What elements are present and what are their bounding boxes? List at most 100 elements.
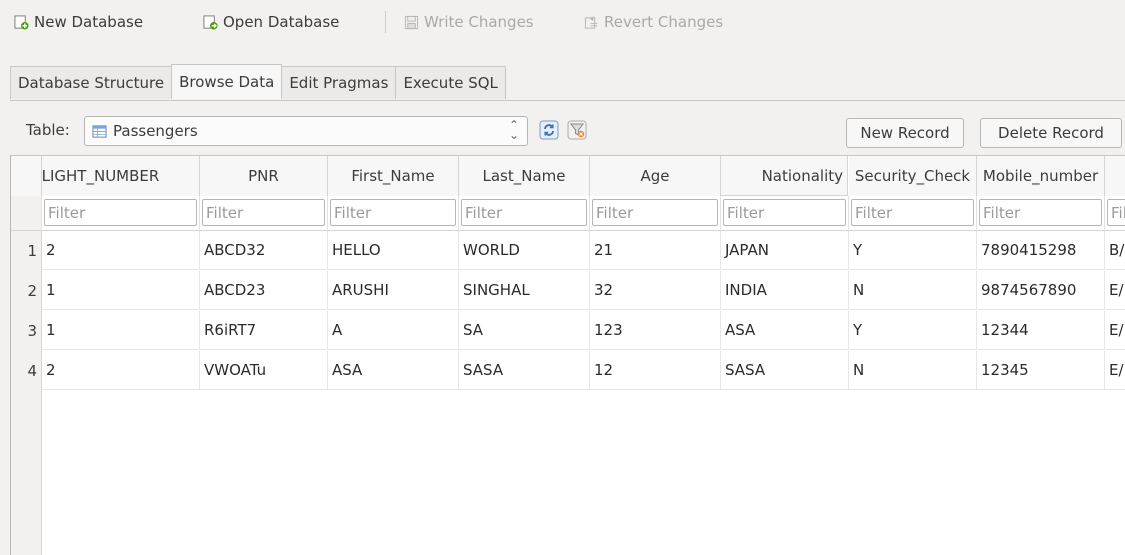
filter-cell: [849, 196, 977, 231]
table-cell[interactable]: 9874567890: [977, 271, 1105, 310]
table-cell[interactable]: 21: [590, 231, 721, 270]
new-database-icon: [14, 14, 29, 30]
table-select-value: Passengers: [113, 122, 198, 140]
table-cell[interactable]: 2: [42, 351, 200, 390]
table-cell[interactable]: R6iRT7: [200, 311, 328, 350]
filter-input-pnr[interactable]: [202, 199, 325, 226]
table-cell[interactable]: 12: [590, 351, 721, 390]
column-header-label: Age: [640, 167, 670, 185]
table-selector-bar: Table: Passengers ⌃ ⌄ New Record Delete R…: [26, 116, 1125, 148]
table-cell[interactable]: Y: [849, 311, 977, 350]
table-cell[interactable]: ARUSHI: [328, 271, 459, 310]
table-cell[interactable]: ABCD23: [200, 271, 328, 310]
table-cell[interactable]: 123: [590, 311, 721, 350]
table-cell[interactable]: E/: [1105, 351, 1125, 390]
refresh-button[interactable]: [535, 116, 563, 144]
column-header-label: Mobile_number: [982, 167, 1099, 185]
table-cell[interactable]: SASA: [721, 351, 849, 390]
table-cell[interactable]: SA: [459, 311, 590, 350]
table-cell[interactable]: WORLD: [459, 231, 590, 270]
filter-cell: [721, 196, 849, 231]
column-header-last-name[interactable]: Last_Name: [459, 156, 590, 197]
row-number[interactable]: 4: [11, 351, 41, 390]
table-cell[interactable]: E/: [1105, 271, 1125, 310]
table-cell[interactable]: SINGHAL: [459, 271, 590, 310]
column-header-partial[interactable]: [1105, 156, 1125, 197]
filter-cell: [1105, 196, 1125, 231]
column-header-first-name[interactable]: First_Name: [328, 156, 459, 197]
filter-input-nationality[interactable]: [723, 199, 846, 226]
column-header-security-check[interactable]: Security_Check: [849, 156, 977, 197]
revert-changes-button[interactable]: Revert Changes: [584, 10, 723, 34]
column-header-label: Nationality: [761, 166, 843, 185]
new-database-label: New Database: [34, 13, 144, 31]
table-cell[interactable]: 1: [42, 311, 200, 350]
filter-input-last-name[interactable]: [461, 199, 587, 226]
table-cell[interactable]: JAPAN: [721, 231, 849, 270]
column-header-nationality[interactable]: Nationality: [721, 156, 848, 196]
table-cell[interactable]: Y: [849, 231, 977, 270]
table-cell[interactable]: ABCD32: [200, 231, 328, 270]
corner-header[interactable]: [11, 156, 42, 197]
filter-input-age[interactable]: [592, 199, 718, 226]
table-cell[interactable]: ASA: [721, 311, 849, 350]
filter-input-security-check[interactable]: [851, 199, 974, 226]
filter-cell: [459, 196, 590, 231]
filter-cell: [200, 196, 328, 231]
table-cell[interactable]: N: [849, 351, 977, 390]
write-changes-button[interactable]: Write Changes: [404, 10, 534, 34]
table-cell[interactable]: N: [849, 271, 977, 310]
new-database-button[interactable]: New Database: [14, 10, 143, 34]
table-cell[interactable]: SASA: [459, 351, 590, 390]
filter-input-first-name[interactable]: [330, 199, 456, 226]
column-header-mobile-number[interactable]: Mobile_number: [977, 156, 1105, 197]
filter-input-partial[interactable]: [1107, 199, 1125, 226]
open-database-label: Open Database: [223, 13, 340, 31]
row-number[interactable]: 3: [11, 311, 41, 350]
table-cell[interactable]: 12344: [977, 311, 1105, 350]
tab-edit-pragmas[interactable]: Edit Pragmas: [281, 66, 397, 99]
table-cell[interactable]: HELLO: [328, 231, 459, 270]
tab-database-structure[interactable]: Database Structure: [10, 66, 173, 99]
table-cell[interactable]: VWOATu: [200, 351, 328, 390]
clear-filters-button[interactable]: [563, 116, 591, 144]
row-number[interactable]: 1: [11, 231, 41, 270]
column-header-label: FLIGHT_NUMBER: [42, 167, 160, 185]
filter-cell: [590, 196, 721, 231]
column-header-age[interactable]: Age: [590, 156, 721, 197]
delete-record-button[interactable]: Delete Record: [980, 118, 1122, 148]
table-cell[interactable]: 2: [42, 231, 200, 270]
tab-browse-data[interactable]: Browse Data: [171, 64, 283, 99]
refresh-icon: [539, 120, 559, 140]
table-label: Table:: [26, 121, 70, 139]
column-header-pnr[interactable]: PNR: [200, 156, 328, 197]
combo-arrows-icon: ⌃ ⌄: [508, 118, 519, 142]
open-database-icon: [203, 14, 218, 30]
table-cell[interactable]: ASA: [328, 351, 459, 390]
tab-execute-sql[interactable]: Execute SQL: [395, 66, 506, 99]
table-cell[interactable]: 7890415298: [977, 231, 1105, 270]
column-header-flight-number[interactable]: FLIGHT_NUMBER: [42, 156, 200, 197]
column-header-label: Last_Name: [482, 167, 566, 185]
clear-filters-icon: [567, 120, 587, 140]
table-cell[interactable]: 32: [590, 271, 721, 310]
filter-cell: [42, 196, 200, 231]
table-cell[interactable]: 12345: [977, 351, 1105, 390]
table-cell[interactable]: B/: [1105, 231, 1125, 270]
table-cell[interactable]: E/: [1105, 311, 1125, 350]
table-select[interactable]: Passengers ⌃ ⌄: [84, 116, 528, 146]
table-cell[interactable]: 1: [42, 271, 200, 310]
filter-input-mobile-number[interactable]: [979, 199, 1102, 226]
filter-cell: [977, 196, 1105, 231]
new-record-button[interactable]: New Record: [846, 118, 964, 148]
write-changes-icon: [404, 15, 419, 29]
tab-underline: [10, 100, 1125, 101]
row-number[interactable]: 2: [11, 271, 41, 310]
main-toolbar: New Database Open Database Write Changes…: [0, 0, 1125, 46]
table-cell[interactable]: INDIA: [721, 271, 849, 310]
open-database-button[interactable]: Open Database: [203, 10, 339, 34]
filter-input-flight-number[interactable]: [44, 199, 197, 226]
table-cell[interactable]: A: [328, 311, 459, 350]
column-header-label: Security_Check: [854, 167, 971, 185]
table-icon: [92, 124, 107, 138]
